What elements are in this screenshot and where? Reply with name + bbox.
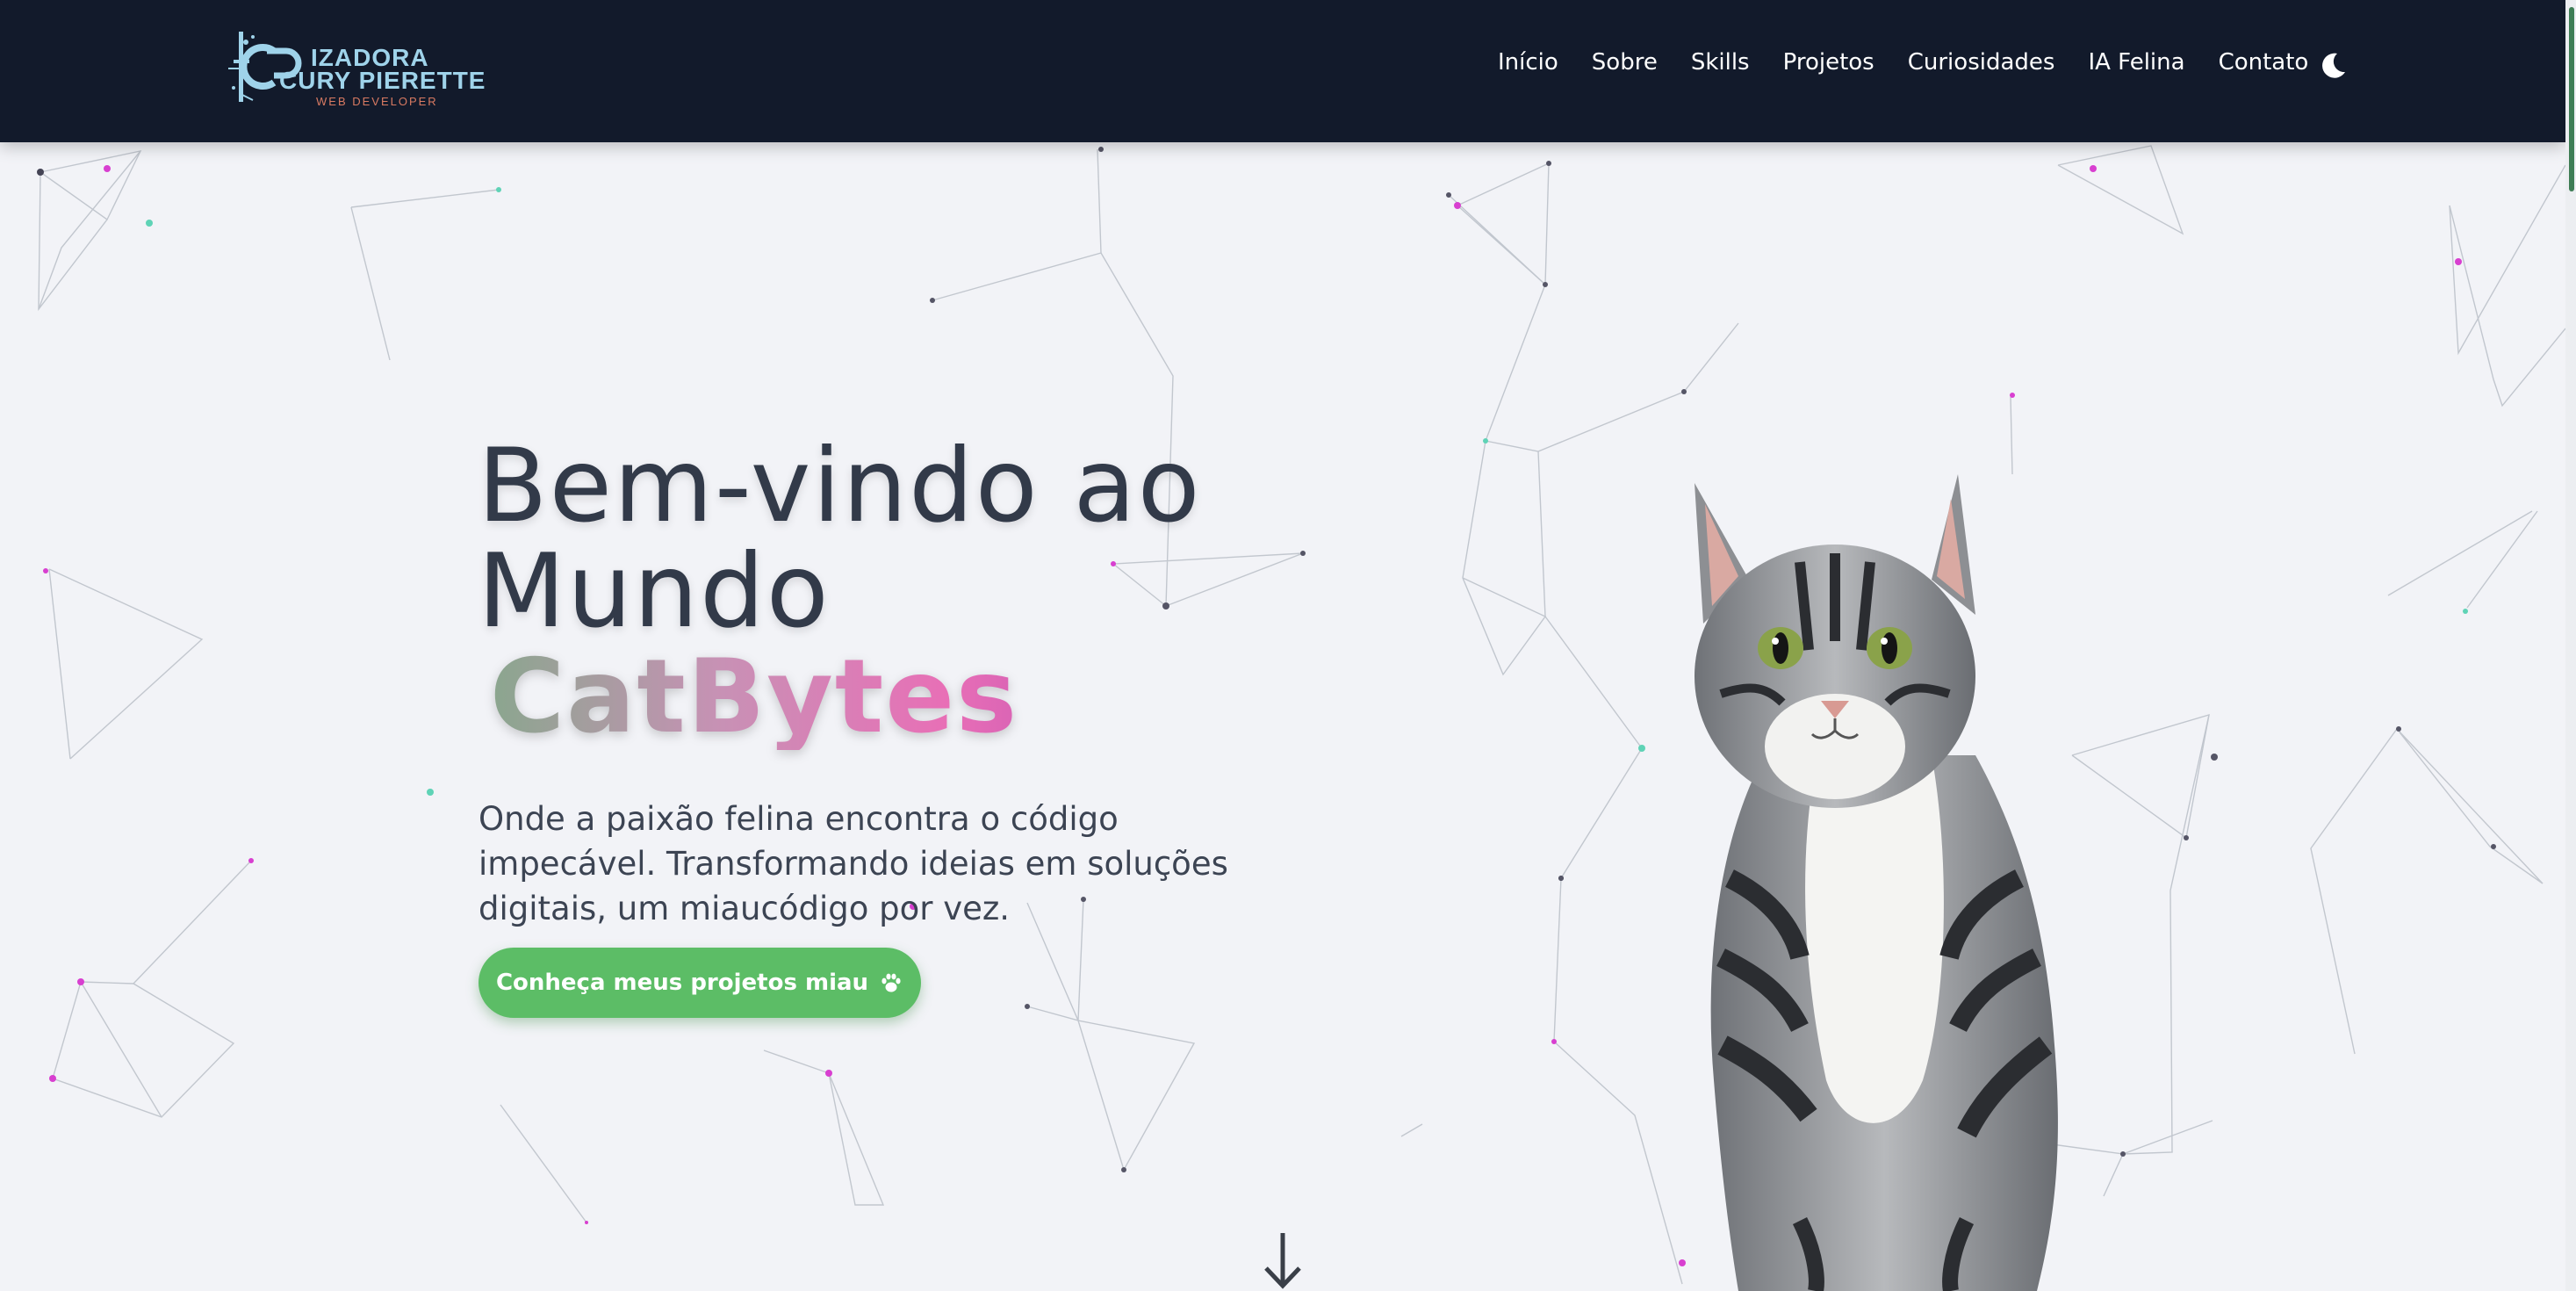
- nav-item-contato[interactable]: Contato: [2219, 49, 2309, 76]
- scrollbar-thumb[interactable]: [2569, 7, 2574, 191]
- logo-name-line2: CURY PIERETTE: [279, 67, 486, 94]
- nav-item-skills[interactable]: Skills: [1691, 49, 1750, 76]
- nav-item-sobre[interactable]: Sobre: [1592, 49, 1658, 76]
- page-scrollbar[interactable]: [2565, 0, 2576, 1291]
- cta-label: Conheça meus projetos miau: [495, 970, 869, 996]
- paw-icon: [881, 973, 901, 992]
- top-navbar: IZADORA CURY PIERETTE WEB DEVELOPER Iníc…: [0, 0, 2565, 142]
- nav-item-curiosidades[interactable]: Curiosidades: [1908, 49, 2055, 76]
- nav-item-projetos[interactable]: Projetos: [1783, 49, 1874, 76]
- hero-title-highlight: CatBytes: [490, 645, 1320, 750]
- main-nav: Início Sobre Skills Projetos Curiosidade…: [1498, 49, 2342, 76]
- hero-title: Bem-vindo ao Mundo CatBytes: [478, 434, 1320, 750]
- tabby-cat-image: [1695, 474, 2058, 1291]
- nav-item-ia-felina[interactable]: IA Felina: [2088, 49, 2184, 76]
- arrow-down-icon[interactable]: [1259, 1230, 1306, 1291]
- hero-title-line1: Bem-vindo ao: [478, 427, 1202, 545]
- projects-cta-button[interactable]: Conheça meus projetos miau: [479, 948, 921, 1018]
- hero-title-line2: Mundo: [478, 532, 831, 651]
- hero-subtitle: Onde a paixão felina encontra o código i…: [479, 800, 1228, 927]
- logo-tagline: WEB DEVELOPER: [316, 95, 438, 108]
- moon-icon[interactable]: [2318, 51, 2348, 81]
- nav-item-inicio[interactable]: Início: [1498, 49, 1558, 76]
- brand-logo[interactable]: IZADORA CURY PIERETTE WEB DEVELOPER: [221, 25, 485, 109]
